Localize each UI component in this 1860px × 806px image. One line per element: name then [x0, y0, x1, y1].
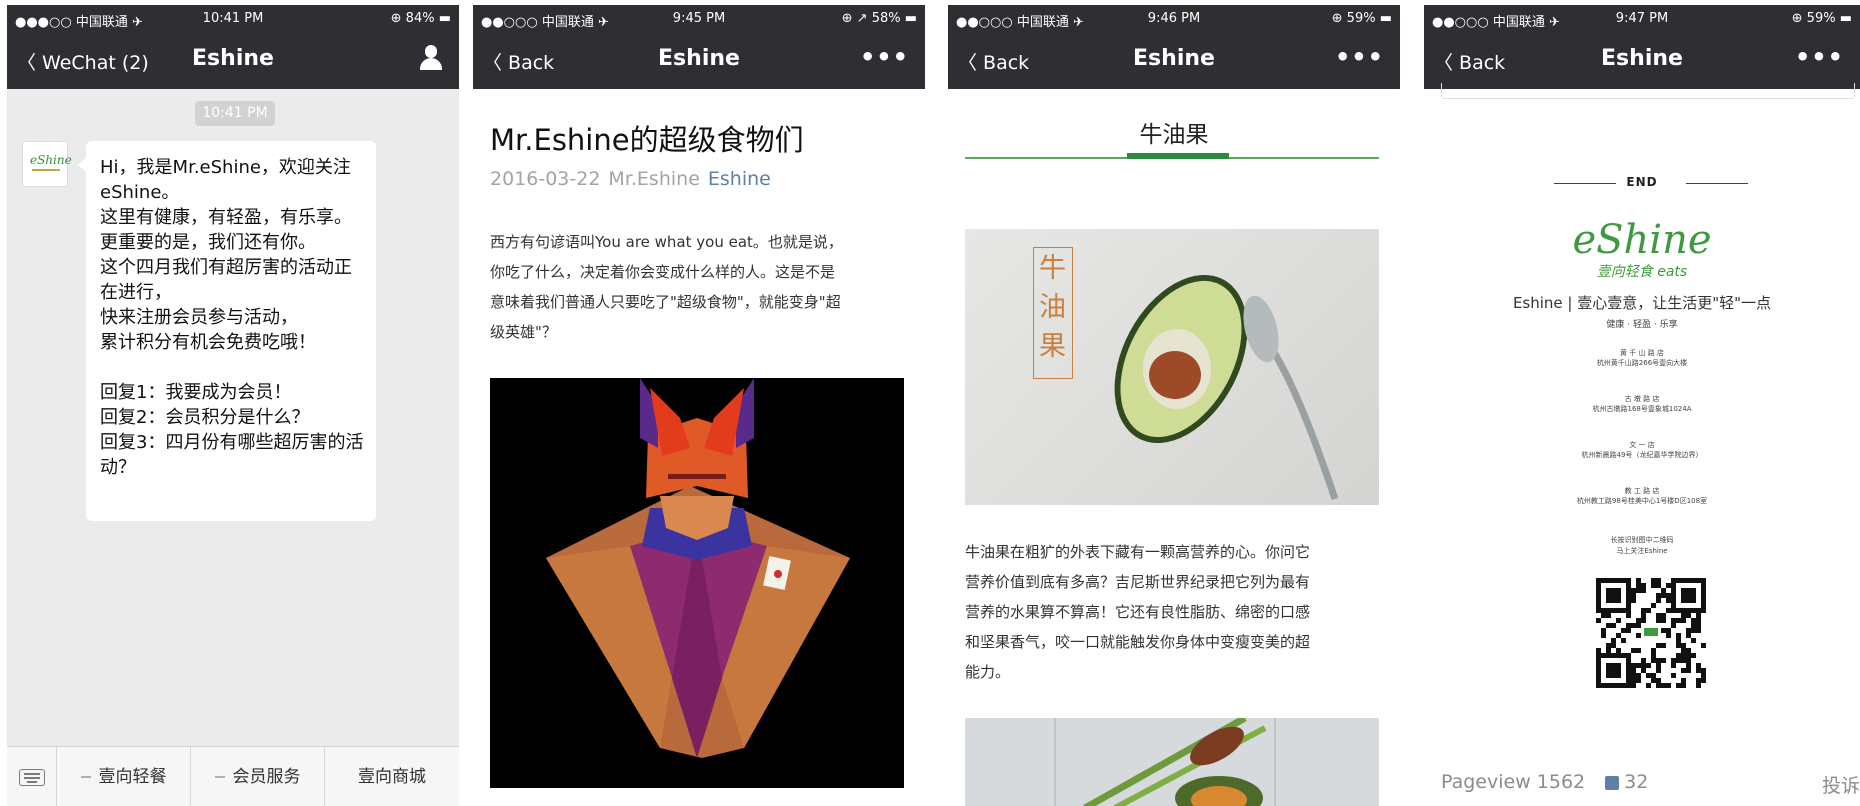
- status-bar: ●●○○○ 中国联通 ✈ 9:47 PM ⊕ 59% ▬: [1424, 5, 1860, 31]
- store-address: 杭州古墩路168号壹象城1024A: [1592, 405, 1692, 413]
- battery: ⊕ 59% ▬: [1791, 11, 1852, 26]
- end-divider-right: [1686, 183, 1748, 184]
- screenshot-collage: ●●●○○ 中国联通 ✈ 10:41 PM ⊕ 84% ▬ 〈 WeChat (…: [0, 0, 1860, 806]
- nav-title: Eshine: [1133, 46, 1215, 71]
- nav-bar: 〈 Back Eshine •••: [1424, 31, 1860, 89]
- article-title: Mr.Eshine的超级食物们: [490, 123, 804, 157]
- section-title: 牛油果: [1139, 122, 1209, 148]
- nav-title: Eshine: [658, 46, 740, 71]
- avocado-photo: 牛 油 果: [965, 229, 1379, 505]
- menu-item-light-meal[interactable]: 壹向轻餐: [57, 747, 191, 806]
- menu-item-member-service[interactable]: 会员服务: [191, 747, 325, 806]
- status-bar: ●●○○○ 中国联通 ✈ 9:45 PM ⊕ ↗ 58% ▬: [473, 5, 925, 31]
- superhero-illustration: [490, 378, 904, 788]
- phone-chat: ●●●○○ 中国联通 ✈ 10:41 PM ⊕ 84% ▬ 〈 WeChat (…: [7, 5, 459, 806]
- store-address: 杭州黄千山路266号壹向大楼: [1596, 359, 1688, 367]
- article-date: 2016-03-22: [490, 168, 601, 190]
- nav-bar: 〈 WeChat (2) Eshine: [7, 31, 459, 89]
- section-divider-accent: [1127, 153, 1229, 159]
- avocado-description: 牛油果在粗犷的外表下藏有一颗高营养的心。你问它 营养价值到底有多高？吉尼斯世界纪…: [965, 543, 1311, 681]
- nav-title: Eshine: [192, 46, 274, 71]
- phone-article-end: ●●○○○ 中国联通 ✈ 9:47 PM ⊕ 59% ▬ 〈 Back Eshi…: [1424, 5, 1860, 806]
- content-card-edge: [1441, 83, 1855, 99]
- menu-label: 会员服务: [232, 767, 301, 787]
- store-name: 古 墩 路 店: [1624, 395, 1660, 403]
- article-stats: Pageview 1562 32: [1441, 771, 1648, 793]
- thumbs-up-icon: [1605, 775, 1620, 790]
- more-icon[interactable]: •••: [1335, 43, 1384, 71]
- store-address: 杭州教工路98号桂美中心1号楼D区108室: [1576, 497, 1708, 505]
- battery: ⊕ 84% ▬: [390, 11, 451, 26]
- nav-bar: 〈 Back Eshine •••: [473, 31, 925, 89]
- more-icon[interactable]: •••: [860, 43, 909, 71]
- bottom-menu: 壹向轻餐 会员服务 壹向商城: [7, 746, 459, 806]
- store-name: 教 工 路 店: [1624, 487, 1660, 495]
- brand-values: 健康 · 轻盈 · 乐享: [1606, 320, 1678, 330]
- report-link[interactable]: 投诉: [1822, 771, 1860, 798]
- battery: ⊕ ↗ 58% ▬: [841, 11, 917, 26]
- brand-tagline: Eshine | 壹心壹意，让生活更"轻"一点: [1512, 294, 1772, 312]
- account-link[interactable]: Eshine: [708, 168, 771, 190]
- more-icon[interactable]: •••: [1795, 43, 1844, 71]
- like-button[interactable]: 32: [1605, 771, 1648, 793]
- article-author: Mr.Eshine: [608, 168, 700, 190]
- store-name: 黄 千 山 路 店: [1620, 349, 1664, 357]
- qr-caption: 长按识别图中二维码 马上关注Eshine: [1610, 536, 1674, 555]
- phone-avocado-section: ●●○○○ 中国联通 ✈ 9:46 PM ⊕ 59% ▬ 〈 Back Eshi…: [948, 5, 1400, 806]
- nav-bar: 〈 Back Eshine •••: [948, 31, 1400, 89]
- profile-icon[interactable]: [419, 45, 443, 71]
- avatar-logo-text: eShine: [30, 153, 72, 167]
- menu-label: 壹向轻餐: [98, 767, 167, 787]
- phone-article: ●●○○○ 中国联通 ✈ 9:45 PM ⊕ ↗ 58% ▬ 〈 Back Es…: [473, 5, 925, 806]
- menu-item-mall[interactable]: 壹向商城: [325, 747, 459, 806]
- logo-subtitle: 壹向轻食 eats: [1596, 264, 1688, 280]
- battery: ⊕ 59% ▬: [1331, 11, 1392, 26]
- pageview-count: Pageview 1562: [1441, 771, 1586, 793]
- status-bar: ●●○○○ 中国联通 ✈ 9:46 PM ⊕ 59% ▬: [948, 5, 1400, 31]
- store-address: 杭州新晨路49号（龙纪嘉华学院边界）: [1581, 451, 1703, 459]
- avatar[interactable]: eShine: [22, 141, 72, 187]
- like-count: 32: [1624, 771, 1649, 793]
- time-badge: 10:41 PM: [195, 101, 275, 126]
- menu-label: 壹向商城: [358, 767, 426, 787]
- end-label: END: [1626, 175, 1658, 189]
- message-bubble[interactable]: Hi，我是Mr.eShine，欢迎关注eShine。 这里有健康，有轻盈，有乐享…: [86, 141, 376, 521]
- eshine-logo: eShine: [1572, 217, 1712, 263]
- keyboard-icon[interactable]: [7, 747, 57, 806]
- article-meta: 2016-03-22 Mr.Eshine Eshine: [490, 168, 771, 190]
- asparagus-photo: [965, 718, 1379, 806]
- qr-code[interactable]: [1596, 578, 1706, 688]
- article-intro: 西方有句谚语叫You are what you eat。也就是说， 你吃了什么，…: [490, 233, 843, 341]
- status-bar: ●●●○○ 中国联通 ✈ 10:41 PM ⊕ 84% ▬: [7, 5, 459, 31]
- store-name: 文 一 店: [1629, 441, 1655, 449]
